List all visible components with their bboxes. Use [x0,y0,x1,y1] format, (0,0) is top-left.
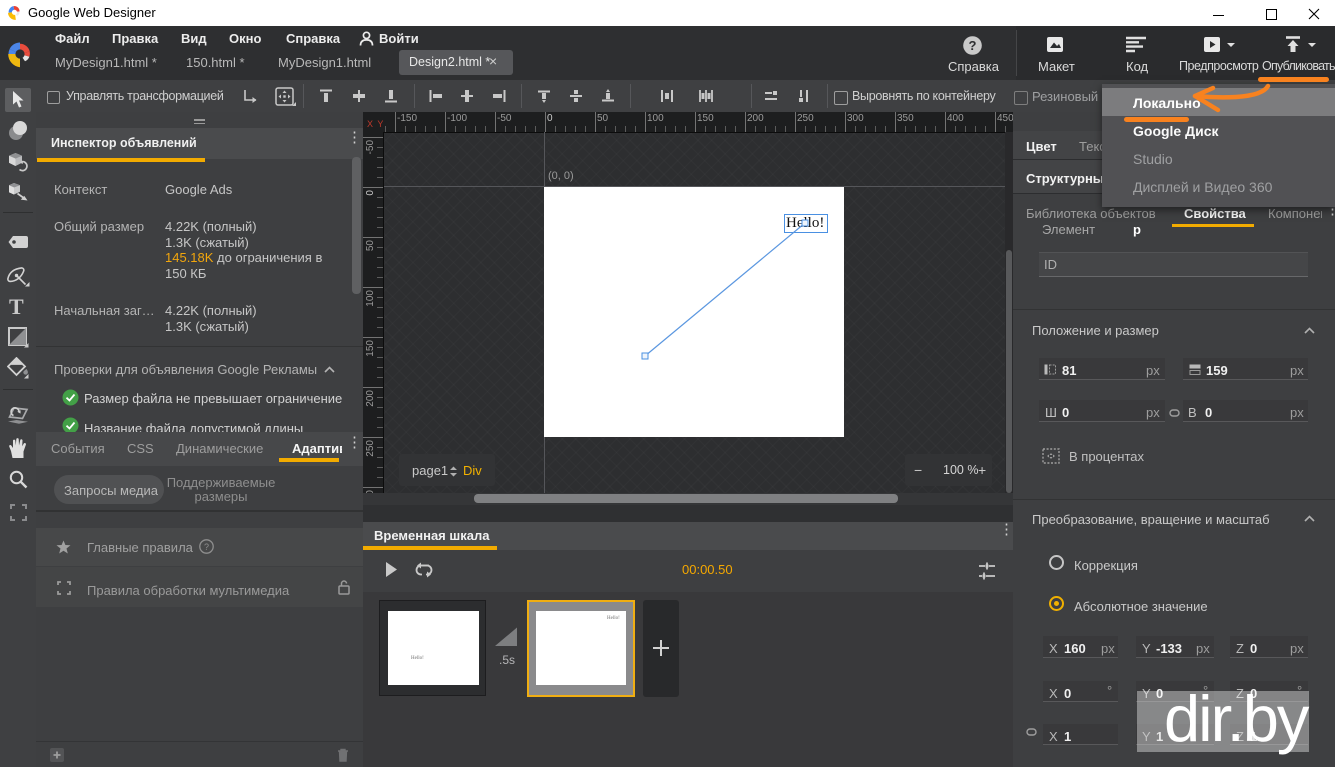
svg-text:?: ? [204,542,209,552]
svg-text:?: ? [969,38,977,53]
